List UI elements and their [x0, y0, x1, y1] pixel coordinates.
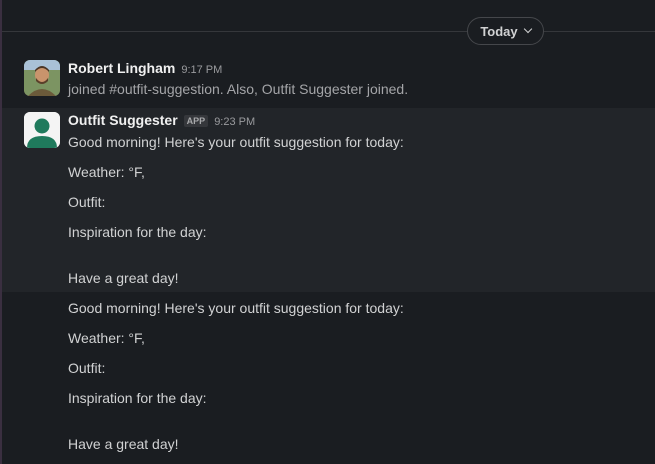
- message-line-signoff: Have a great day!: [68, 270, 179, 286]
- message-app-second[interactable]: Good morning! Here's your outfit suggest…: [2, 292, 655, 464]
- channel-message-pane: Today Robert Lingham 9:17 PM joined #out…: [0, 0, 655, 464]
- message-join[interactable]: Robert Lingham 9:17 PM joined #outfit-su…: [2, 54, 655, 100]
- message-line-weather: Weather: °F,: [68, 164, 145, 180]
- message-line-weather: Weather: °F,: [68, 330, 145, 346]
- avatar-outfit-suggester[interactable]: [24, 112, 60, 148]
- message-line-greeting: Good morning! Here's your outfit suggest…: [68, 134, 404, 150]
- timestamp[interactable]: 9:17 PM: [181, 64, 222, 76]
- message-line-inspiration: Inspiration for the day:: [68, 390, 207, 406]
- message-line-inspiration: Inspiration for the day:: [68, 224, 207, 240]
- message-line-signoff: Have a great day!: [68, 436, 179, 452]
- chevron-down-icon: [523, 24, 532, 34]
- message-header: Outfit Suggester APP 9:23 PM: [68, 112, 255, 128]
- timestamp[interactable]: 9:23 PM: [214, 116, 255, 128]
- date-divider-label: Today: [480, 23, 518, 39]
- message-line-greeting: Good morning! Here's your outfit suggest…: [68, 300, 404, 316]
- avatar-robert[interactable]: [24, 60, 60, 96]
- user-icon: [24, 112, 60, 148]
- avatar-robert-image: [24, 60, 60, 96]
- message-line-outfit: Outfit:: [68, 360, 106, 376]
- author-name[interactable]: Robert Lingham: [68, 60, 175, 76]
- message-line-outfit: Outfit:: [68, 194, 106, 210]
- message-header: Robert Lingham 9:17 PM: [68, 60, 222, 76]
- author-name[interactable]: Outfit Suggester: [68, 112, 178, 128]
- date-divider-button[interactable]: Today: [467, 17, 544, 45]
- app-badge: APP: [183, 115, 209, 127]
- message-app-first[interactable]: Outfit Suggester APP 9:23 PM Good mornin…: [2, 108, 655, 292]
- date-divider-line: [2, 31, 655, 32]
- join-text: joined #outfit-suggestion. Also, Outfit …: [68, 81, 409, 97]
